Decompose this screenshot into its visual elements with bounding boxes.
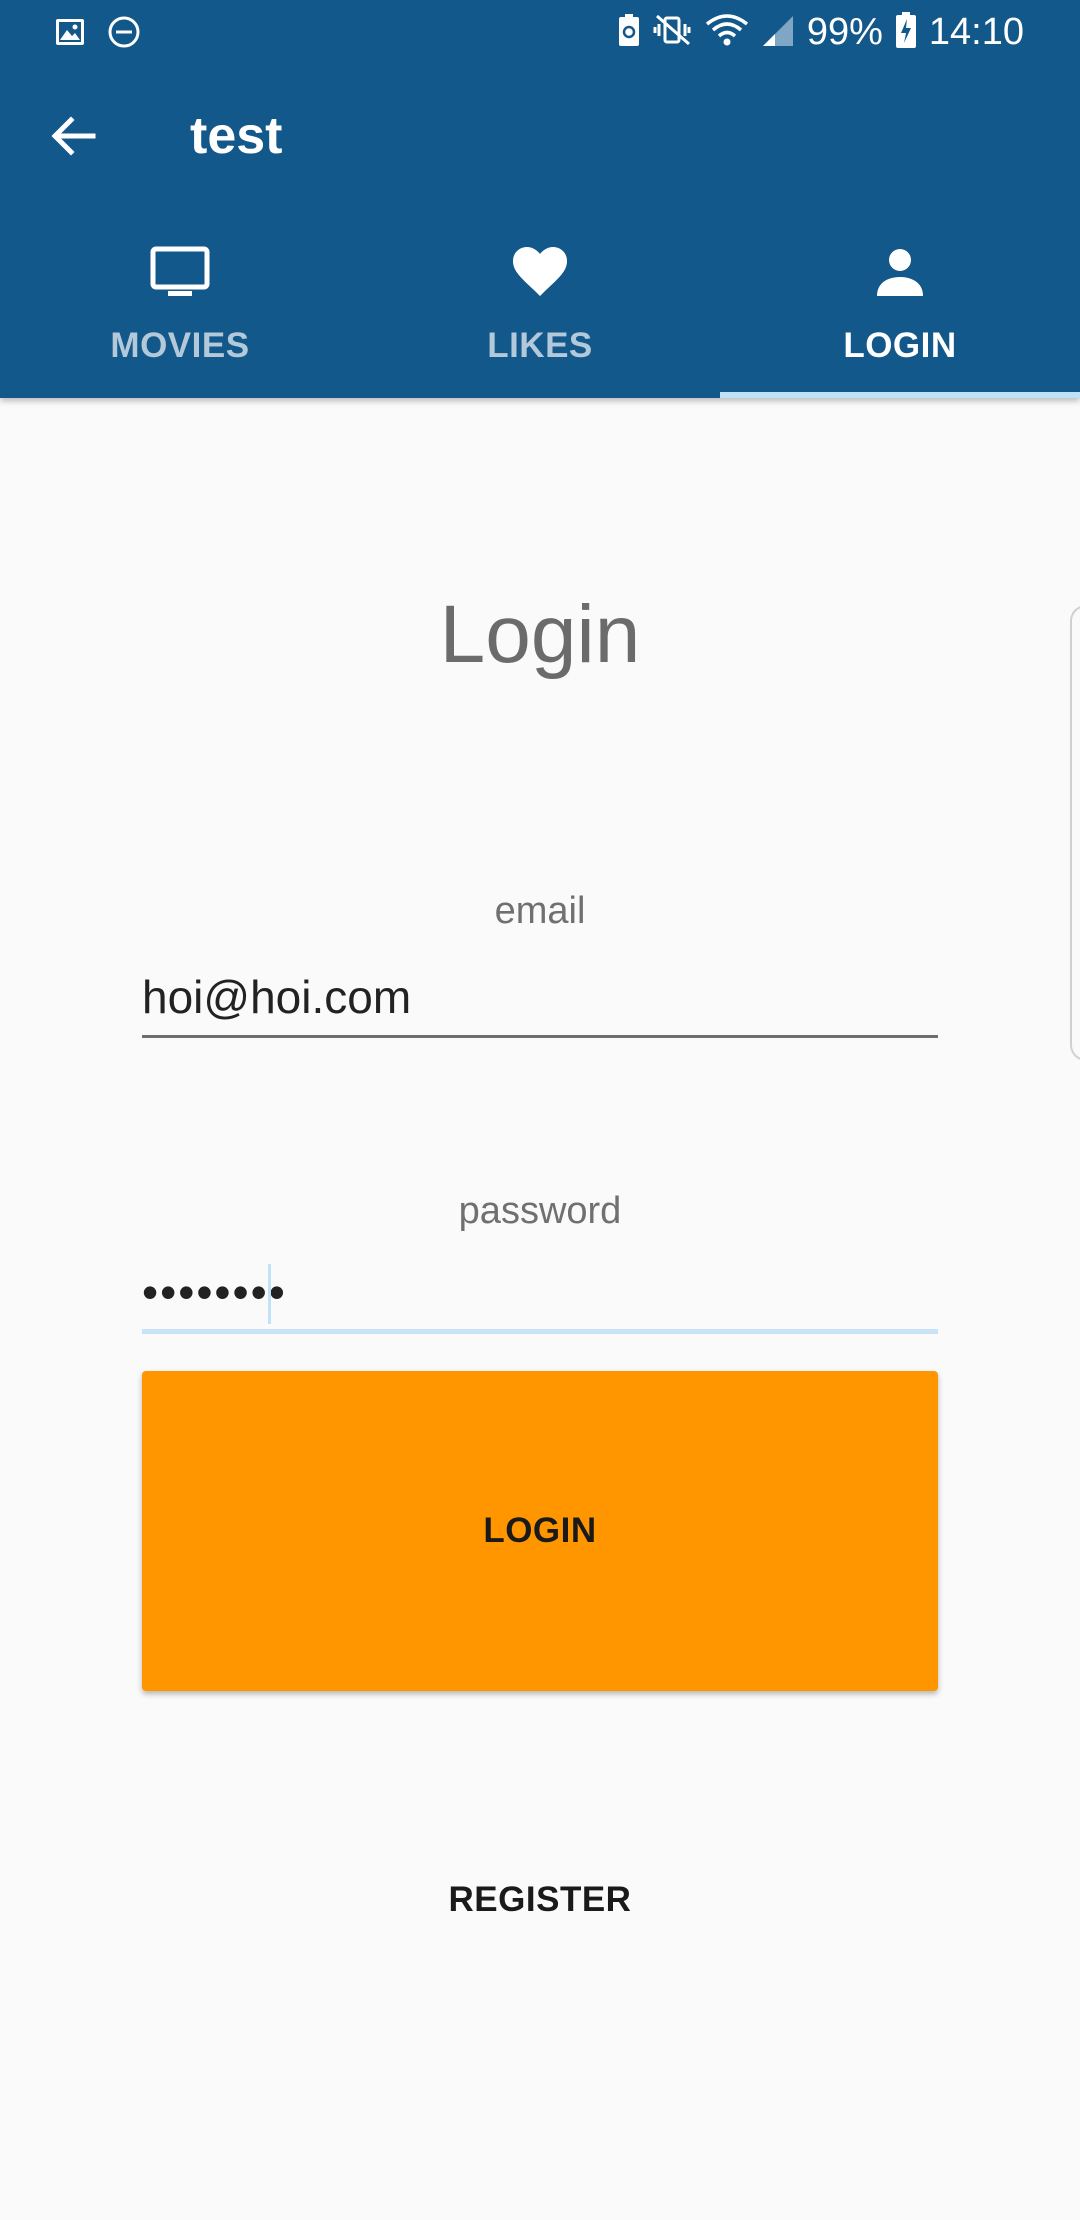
heart-icon — [508, 240, 572, 304]
tab-movies[interactable]: MOVIES — [0, 212, 360, 398]
gallery-icon — [54, 16, 86, 53]
login-heading: Login — [439, 589, 641, 680]
battery-saver-icon — [617, 12, 641, 53]
signal-icon — [761, 12, 795, 53]
status-left-icons — [54, 14, 142, 55]
arrow-back-icon — [49, 112, 97, 165]
status-time: 14:10 — [928, 10, 1024, 53]
login-button[interactable]: LOGIN — [142, 1371, 938, 1691]
status-bar: 99% 14:10 — [0, 0, 1080, 64]
password-label: password — [458, 1190, 622, 1232]
tab-movies-label: MOVIES — [110, 326, 250, 365]
wifi-icon — [705, 12, 749, 53]
email-label: email — [494, 890, 586, 932]
active-tab-indicator — [720, 392, 1080, 398]
tab-bar: MOVIES LIKES LOGIN — [0, 212, 1080, 398]
toolbar: test — [0, 64, 1080, 212]
person-icon — [868, 240, 932, 304]
app-bar: 99% 14:10 test MOVIES LIKES LOGIN — [0, 0, 1080, 398]
do-not-disturb-icon — [106, 14, 142, 55]
toolbar-title: test — [190, 107, 283, 165]
status-right-icons: 99% 14:10 — [617, 8, 1024, 56]
back-button[interactable] — [30, 100, 116, 176]
tab-login-label: LOGIN — [843, 326, 957, 365]
text-cursor — [268, 1264, 271, 1324]
vibrate-mute-icon — [653, 12, 693, 53]
password-field[interactable] — [142, 1254, 938, 1334]
battery-percent: 99% — [806, 10, 883, 53]
battery-charging-icon — [895, 11, 917, 54]
email-field[interactable] — [142, 958, 938, 1038]
app-screen: 99% 14:10 test MOVIES LIKES LOGIN Login … — [0, 0, 1080, 2220]
tab-likes[interactable]: LIKES — [360, 212, 720, 398]
register-button[interactable]: REGISTER — [340, 1860, 740, 1940]
tab-login[interactable]: LOGIN — [720, 212, 1080, 398]
tv-icon — [148, 240, 212, 304]
tab-likes-label: LIKES — [487, 326, 593, 365]
